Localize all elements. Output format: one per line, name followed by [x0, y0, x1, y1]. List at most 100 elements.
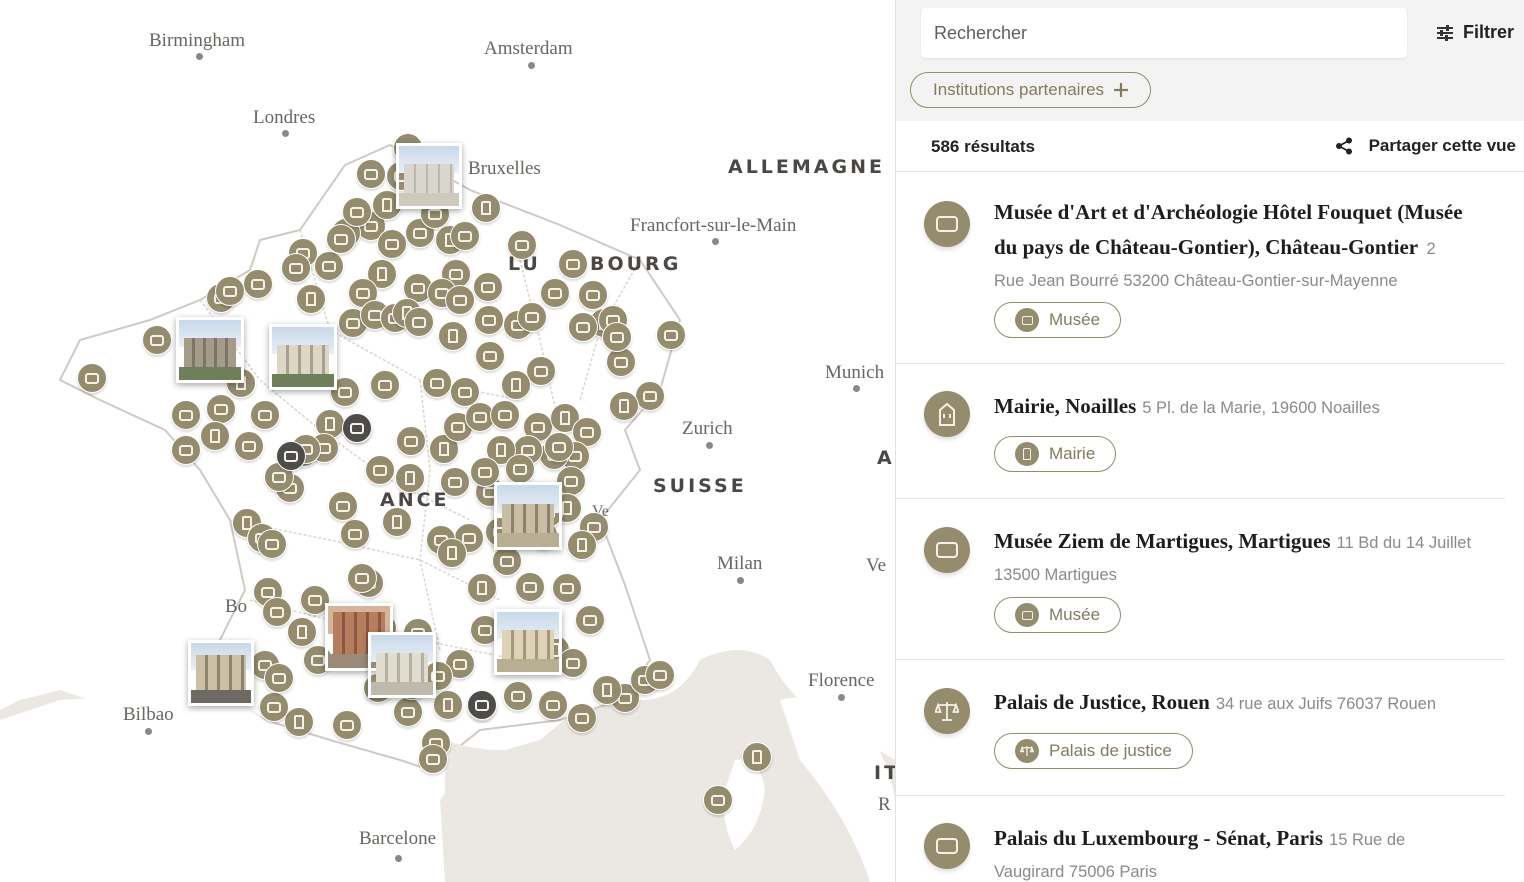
location-thumbnail[interactable] — [368, 632, 436, 698]
map-location-marker[interactable] — [262, 597, 292, 627]
map-location-marker[interactable] — [440, 467, 470, 497]
map-location-marker[interactable] — [568, 312, 598, 342]
map-location-marker[interactable] — [332, 710, 362, 740]
map-location-marker[interactable] — [250, 400, 280, 430]
partner-institutions-chip[interactable]: Institutions partenaires — [910, 72, 1152, 108]
map-location-marker[interactable] — [342, 413, 372, 443]
map-location-marker[interactable] — [347, 563, 377, 593]
map-location-marker[interactable] — [404, 307, 434, 337]
result-item[interactable]: Musée Ziem de Martigues, Martigues 11 Bd … — [896, 499, 1506, 659]
map-location-marker[interactable] — [558, 249, 588, 279]
map-location-marker[interactable] — [538, 690, 568, 720]
map-location-marker[interactable] — [503, 681, 533, 711]
result-item[interactable]: Mairie, Noailles 5 Pl. de la Marie, 19600… — [896, 364, 1506, 498]
result-item[interactable]: Palais du Luxembourg - Sénat, Paris 15 Ru… — [896, 796, 1506, 882]
map-location-marker[interactable] — [501, 370, 531, 400]
map-location-marker[interactable] — [422, 368, 452, 398]
location-thumbnail[interactable] — [269, 324, 337, 390]
category-tag[interactable]: Mairie — [994, 436, 1117, 472]
map-location-marker[interactable] — [264, 663, 294, 693]
map-location-marker[interactable] — [471, 193, 501, 223]
map-location-marker[interactable] — [142, 325, 172, 355]
map-location-marker[interactable] — [276, 441, 306, 471]
map-location-marker[interactable] — [575, 605, 605, 635]
map-location-marker[interactable] — [467, 690, 497, 720]
share-view-button[interactable]: Partager cette vue — [1335, 136, 1516, 156]
map-location-marker[interactable] — [602, 322, 632, 352]
map-location-marker[interactable] — [645, 660, 675, 690]
result-item[interactable]: Musée d'Art et d'Archéologie Hôtel Fouqu… — [896, 172, 1506, 364]
map-location-marker[interactable] — [284, 707, 314, 737]
map-location-marker[interactable] — [395, 463, 425, 493]
map-location-marker[interactable] — [340, 519, 370, 549]
location-thumbnail[interactable] — [494, 609, 562, 675]
map-location-marker[interactable] — [243, 269, 273, 299]
map-location-marker[interactable] — [257, 529, 287, 559]
map-location-marker[interactable] — [492, 546, 522, 576]
filter-button[interactable]: Filtrer — [1436, 22, 1514, 43]
map-location-marker[interactable] — [450, 221, 480, 251]
map-location-marker[interactable] — [703, 785, 733, 815]
map-location-marker[interactable] — [382, 507, 412, 537]
map-location-marker[interactable] — [567, 703, 597, 733]
location-thumbnail[interactable] — [188, 640, 254, 706]
map-location-marker[interactable] — [171, 400, 201, 430]
map-location-marker[interactable] — [507, 230, 537, 260]
map-location-marker[interactable] — [474, 305, 504, 335]
map-location-marker[interactable] — [433, 690, 463, 720]
map-location-marker[interactable] — [206, 394, 236, 424]
map-location-marker[interactable] — [259, 692, 289, 722]
map-location-marker[interactable] — [475, 341, 505, 371]
map-location-marker[interactable] — [356, 159, 386, 189]
category-tag[interactable]: Musée — [994, 302, 1122, 338]
map-location-marker[interactable] — [445, 285, 475, 315]
map-location-marker[interactable] — [742, 742, 772, 772]
map-location-marker[interactable] — [552, 573, 582, 603]
location-thumbnail[interactable] — [176, 317, 244, 383]
map-location-marker[interactable] — [287, 617, 317, 647]
search-input[interactable]: Rechercher — [921, 8, 1407, 58]
map-location-marker[interactable] — [296, 284, 326, 314]
map-location-marker[interactable] — [215, 276, 245, 306]
map-location-marker[interactable] — [578, 280, 608, 310]
map-location-marker[interactable] — [77, 363, 107, 393]
map-location-marker[interactable] — [540, 278, 570, 308]
map-location-marker[interactable] — [505, 454, 535, 484]
map-location-marker[interactable] — [171, 435, 201, 465]
map-location-marker[interactable] — [437, 538, 467, 568]
map-location-marker[interactable] — [490, 400, 520, 430]
map-location-marker[interactable] — [473, 272, 503, 302]
category-tag[interactable]: Musée — [994, 597, 1122, 633]
map-location-marker[interactable] — [200, 421, 230, 451]
result-item[interactable]: Palais de Justice, Rouen 34 rue aux Juifs… — [896, 660, 1506, 795]
location-thumbnail[interactable] — [494, 482, 562, 550]
map-location-marker[interactable] — [326, 224, 356, 254]
frame-icon — [346, 317, 360, 329]
map-location-marker[interactable] — [515, 572, 545, 602]
map-location-marker[interactable] — [281, 253, 311, 283]
map-location-marker[interactable] — [609, 391, 639, 421]
map-location-marker[interactable] — [328, 491, 358, 521]
location-thumbnail[interactable] — [396, 143, 462, 209]
map-location-marker[interactable] — [517, 302, 547, 332]
map-location-marker[interactable] — [365, 455, 395, 485]
map-location-marker[interactable] — [314, 251, 344, 281]
map-location-marker[interactable] — [606, 347, 636, 377]
map-location-marker[interactable] — [438, 321, 468, 351]
category-tag[interactable]: Palais de justice — [994, 733, 1193, 769]
map-location-marker[interactable] — [656, 320, 686, 350]
map-location-marker[interactable] — [558, 648, 588, 678]
map-location-marker[interactable] — [234, 431, 264, 461]
map-location-marker[interactable] — [418, 744, 448, 774]
map-location-marker[interactable] — [342, 197, 372, 227]
map-location-marker[interactable] — [370, 370, 400, 400]
map-location-marker[interactable] — [396, 426, 426, 456]
map-location-marker[interactable] — [544, 432, 574, 462]
map-location-marker[interactable] — [393, 697, 423, 727]
map-location-marker[interactable] — [377, 229, 407, 259]
map[interactable]: Birmingham Amsterdam Londres Bruxelles F… — [0, 0, 895, 882]
map-location-marker[interactable] — [467, 573, 497, 603]
map-location-marker[interactable] — [635, 381, 665, 411]
map-location-marker[interactable] — [567, 530, 597, 560]
map-location-marker[interactable] — [592, 675, 622, 705]
